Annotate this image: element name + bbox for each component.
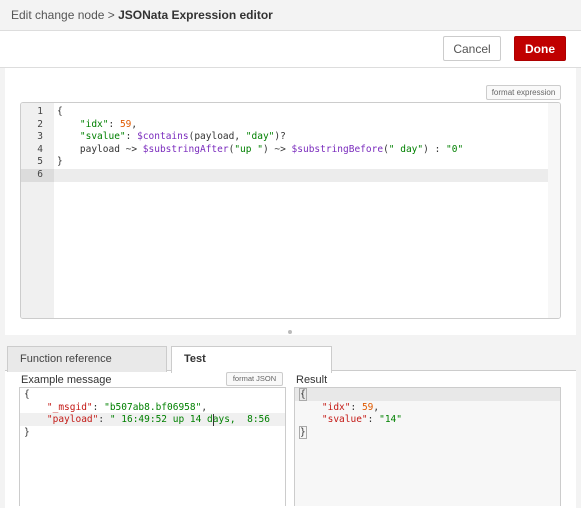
- text-cursor: [213, 414, 214, 426]
- code-token: )?: [274, 131, 286, 143]
- cancel-button[interactable]: Cancel: [443, 36, 501, 61]
- code-token: :: [108, 118, 120, 130]
- code-token: "14": [379, 414, 402, 426]
- code-token: ) ~>: [262, 143, 292, 155]
- code-token: "idx": [79, 118, 109, 130]
- tab-test[interactable]: Test: [171, 346, 332, 373]
- active-line-highlight: [295, 388, 560, 401]
- code-line: "idx": 59,: [321, 401, 380, 413]
- breadcrumb-previous[interactable]: Edit change node: [11, 8, 104, 22]
- line-number: 4: [37, 143, 43, 155]
- code-token: "_msgid": [46, 401, 93, 413]
- breadcrumb-separator: >: [107, 8, 115, 22]
- code-line: "payload": " 16:49:52 up 14 days, 8:56: [46, 414, 270, 426]
- code-token: 59: [361, 401, 374, 413]
- code-line: payload ~> $substringAfter("up ") ~> $su…: [57, 144, 463, 157]
- code-token: "b507ab8.bf06958": [104, 401, 202, 413]
- code-token: "day": [245, 131, 275, 143]
- code-token: "payload": [46, 414, 99, 426]
- code-line: }: [57, 156, 63, 169]
- code-token: " 16:49:52 up 14 days, 8:56: [109, 414, 270, 426]
- code-token: 59: [119, 118, 132, 130]
- line-number: 5: [37, 156, 43, 168]
- left-margin: [0, 68, 5, 508]
- code-token: :: [125, 131, 138, 143]
- active-line-highlight: [21, 169, 560, 182]
- code-line: }: [299, 425, 307, 440]
- code-token: ) :: [423, 143, 447, 155]
- code-token: {: [299, 388, 307, 401]
- editor-scrollbar[interactable]: [548, 103, 560, 318]
- code-token: "svalue": [321, 414, 368, 426]
- code-line: {: [24, 389, 30, 400]
- line-number: 6: [37, 169, 43, 180]
- code-line: "svalue": "14": [321, 414, 402, 426]
- code-line: "svalue": $contains(payload, "day")?: [57, 131, 286, 144]
- code-token: }: [299, 425, 307, 439]
- code-token: payload ~>: [57, 143, 143, 155]
- splitter-handle[interactable]: [288, 330, 292, 334]
- result-label: Result: [296, 374, 328, 386]
- code-line: "_msgid": "b507ab8.bf06958",: [46, 401, 208, 413]
- code-token: "up ": [234, 143, 263, 155]
- code-token: "svalue": [79, 131, 126, 143]
- tab-function-reference[interactable]: Function reference: [7, 346, 167, 372]
- format-expression-button[interactable]: format expression: [486, 85, 561, 100]
- code-token: ,: [131, 118, 138, 130]
- line-number: 3: [37, 131, 43, 143]
- code-line: {: [57, 106, 63, 119]
- format-json-button[interactable]: format JSON: [226, 372, 283, 386]
- code-line: }: [24, 426, 30, 438]
- code-token: (payload,: [188, 131, 246, 143]
- code-token: " day": [388, 143, 424, 155]
- code-token: }: [57, 156, 63, 168]
- line-number: 1: [37, 106, 43, 117]
- code-token: "idx": [321, 401, 351, 413]
- code-line: {: [299, 388, 307, 402]
- expression-editor[interactable]: 1 2 3 4 5 6 { "idx": 59, "svalue": $cont…: [20, 102, 561, 319]
- code-token: $substringAfter: [142, 143, 229, 155]
- code-token: {: [57, 106, 63, 117]
- line-number: 2: [37, 118, 43, 130]
- breadcrumb: Edit change node > JSONata Expression ed…: [11, 8, 273, 22]
- code-token: $substringBefore: [291, 143, 384, 155]
- example-message-editor[interactable]: { "_msgid": "b507ab8.bf06958", "payload"…: [19, 387, 286, 506]
- done-button[interactable]: Done: [514, 36, 566, 61]
- example-message-label: Example message: [21, 374, 112, 386]
- code-token: $contains: [137, 131, 189, 143]
- right-margin: [576, 68, 581, 508]
- page-title: JSONata Expression editor: [118, 8, 273, 22]
- code-line: "idx": 59,: [57, 119, 137, 132]
- result-viewer: { "idx": 59, "svalue": "14" }: [294, 387, 561, 506]
- code-token: "0": [446, 143, 464, 155]
